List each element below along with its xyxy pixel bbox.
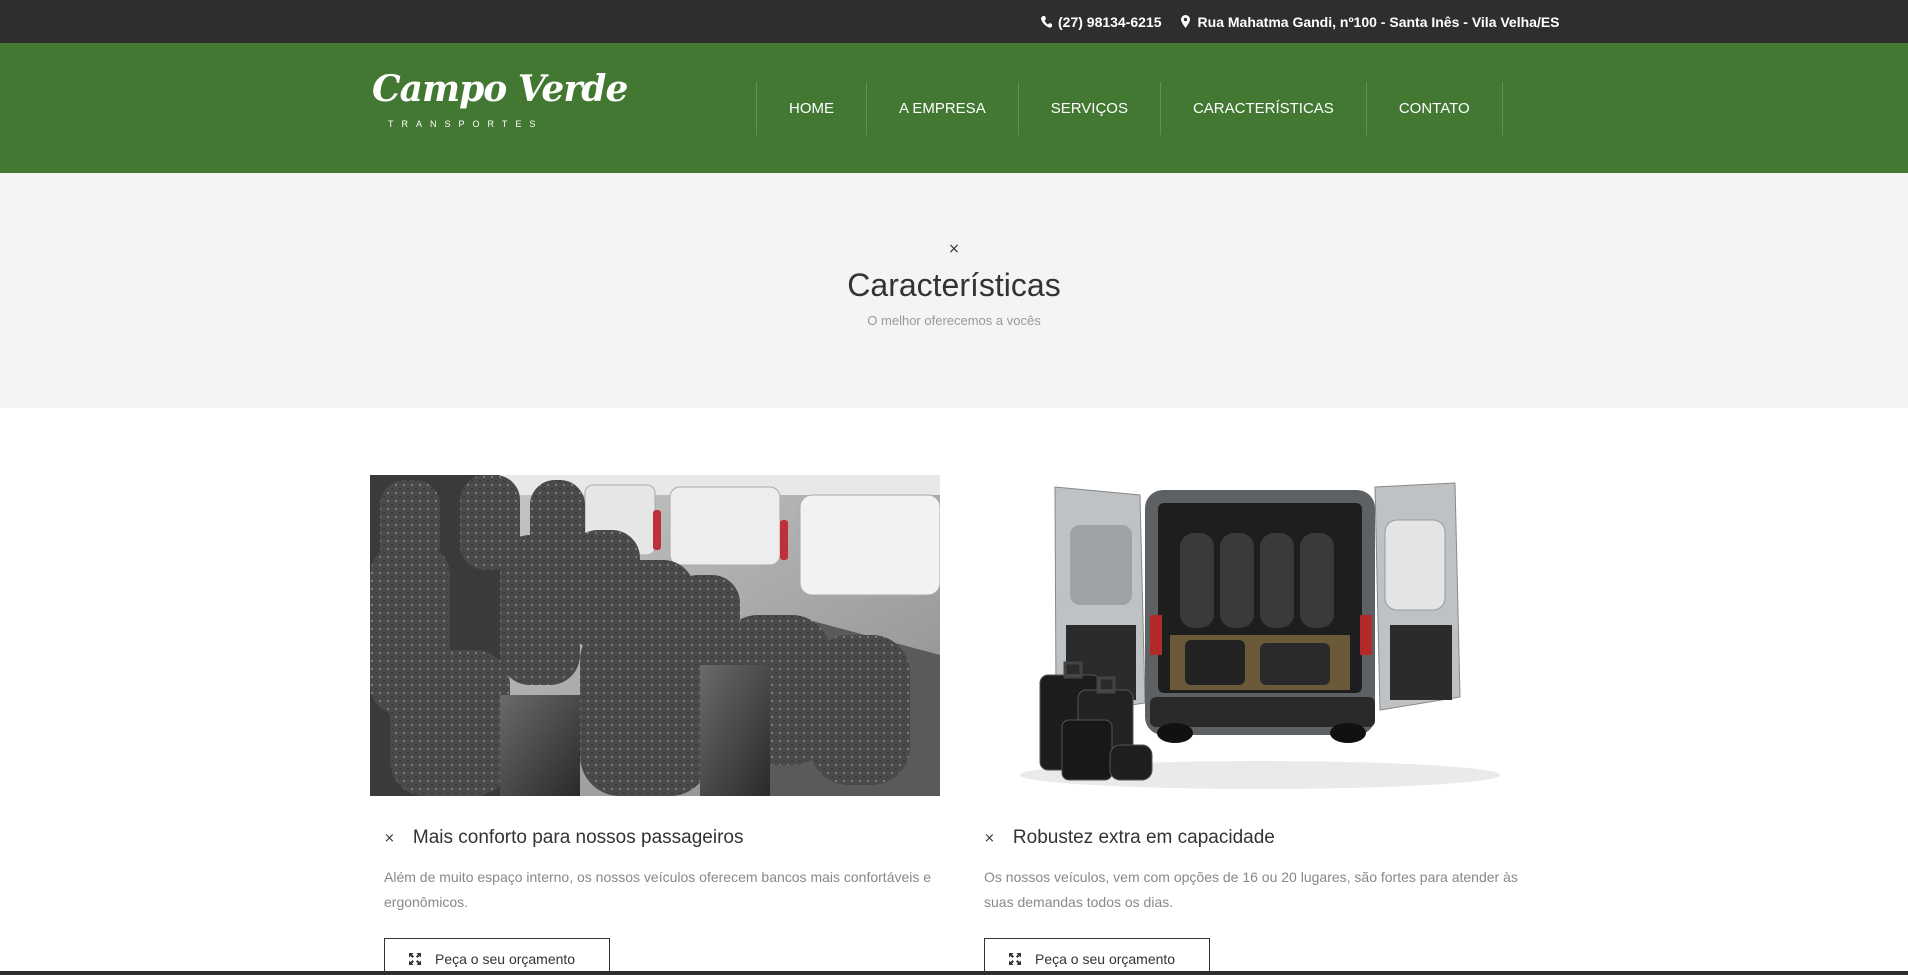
- close-icon: ×: [984, 830, 995, 846]
- feature-title: Robustez extra em capacidade: [1012, 827, 1275, 848]
- nav-contato[interactable]: CONTATO: [1367, 82, 1503, 135]
- section-header: × Características O melhor oferecemos a …: [0, 173, 1908, 408]
- expand-icon: [409, 950, 421, 969]
- section-subtitle: O melhor oferecemos a vocês: [867, 313, 1041, 328]
- phone-number[interactable]: (27) 98134-6215: [1058, 14, 1162, 30]
- address-info: Rua Mahatma Gandi, nº100 - Santa Inês - …: [1180, 14, 1560, 30]
- nav-home[interactable]: HOME: [757, 82, 867, 135]
- contact-info: (27) 98134-6215 Rua Mahatma Gandi, nº100…: [1040, 0, 1560, 43]
- expand-icon: [1009, 950, 1021, 969]
- site-header: Campo Verde TRANSPORTES HOME A EMPRESA S…: [0, 43, 1908, 173]
- top-contact-bar: (27) 98134-6215 Rua Mahatma Gandi, nº100…: [0, 0, 1908, 43]
- section-icon: ×: [948, 241, 960, 257]
- quote-button[interactable]: Peça o seu orçamento: [984, 938, 1210, 975]
- feature-capacity: × Robustez extra em capacidade Os nossos…: [970, 475, 1540, 975]
- feature-title-row: × Robustez extra em capacidade: [984, 827, 1275, 849]
- feature-title-row: × Mais conforto para nossos passageiros: [384, 827, 743, 849]
- nav-servicos[interactable]: SERVIÇOS: [1019, 82, 1161, 135]
- logo-name: Campo Verde: [372, 68, 628, 110]
- phone-info: (27) 98134-6215: [1040, 14, 1162, 30]
- van-rear-open-luggage-photo: [970, 475, 1540, 796]
- logo[interactable]: Campo Verde TRANSPORTES: [370, 68, 628, 138]
- feature-title: Mais conforto para nossos passageiros: [412, 827, 744, 848]
- quote-button-label: Peça o seu orçamento: [1035, 951, 1176, 967]
- van-interior-seats-photo: [370, 475, 940, 796]
- quote-button-label: Peça o seu orçamento: [435, 951, 576, 967]
- feature-description: Os nossos veículos, vem com opções de 16…: [984, 869, 1518, 910]
- feature-description: Além de muito espaço interno, os nossos …: [384, 869, 932, 910]
- section-title: Características: [847, 267, 1061, 303]
- main-nav: HOME A EMPRESA SERVIÇOS CARACTERÍSTICAS …: [756, 82, 1503, 135]
- page-bottom-edge: [0, 971, 1908, 975]
- phone-icon: [1040, 15, 1052, 29]
- nav-caracteristicas[interactable]: CARACTERÍSTICAS: [1161, 82, 1367, 135]
- feature-comfort: × Mais conforto para nossos passageiros …: [370, 475, 940, 975]
- address-text: Rua Mahatma Gandi, nº100 - Santa Inês - …: [1197, 13, 1560, 30]
- logo-subtitle: TRANSPORTES: [388, 119, 544, 129]
- nav-a-empresa[interactable]: A EMPRESA: [867, 82, 1019, 135]
- quote-button[interactable]: Peça o seu orçamento: [384, 938, 610, 975]
- close-icon: ×: [384, 830, 395, 846]
- map-marker-icon: [1180, 15, 1192, 29]
